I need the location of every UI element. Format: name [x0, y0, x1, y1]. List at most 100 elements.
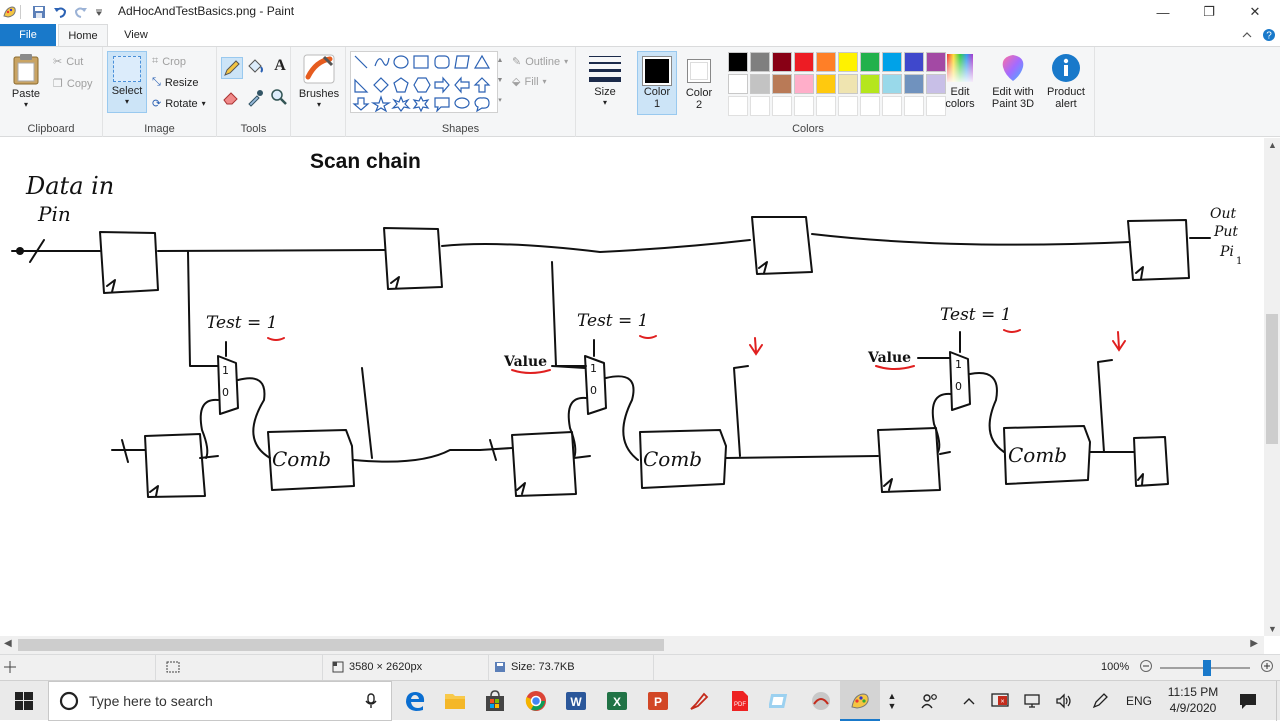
network-icon[interactable]	[1020, 681, 1044, 721]
palette-swatch[interactable]	[904, 74, 924, 94]
palette-swatch[interactable]	[860, 74, 880, 94]
shapes-gallery[interactable]	[350, 51, 498, 113]
excel-icon[interactable]: X	[605, 689, 629, 713]
palette-swatch[interactable]	[750, 52, 770, 72]
tab-view[interactable]: View	[113, 24, 159, 46]
volume-icon[interactable]	[1052, 681, 1076, 721]
palette-swatch[interactable]	[794, 74, 814, 94]
brushes-dropdown-icon[interactable]: ▾	[297, 100, 341, 109]
show-desktop-button[interactable]	[1276, 681, 1280, 721]
text-tool-icon[interactable]: A	[269, 57, 291, 79]
rotate-dropdown-icon[interactable]: ▾	[202, 99, 206, 108]
taskbar-scroll-icon[interactable]: ▲ ▼	[884, 681, 900, 721]
help-icon[interactable]: ?	[1260, 24, 1278, 46]
fill-tool[interactable]	[245, 57, 267, 79]
edge-icon[interactable]	[403, 689, 427, 713]
windows-start-icon[interactable]	[12, 689, 36, 713]
tab-file[interactable]: File	[0, 24, 56, 46]
magnifier-tool[interactable]	[269, 87, 291, 109]
horizontal-scroll-thumb[interactable]	[18, 639, 664, 651]
powerpoint-icon[interactable]: P	[646, 689, 670, 713]
horizontal-scrollbar[interactable]: ◀ ▶	[0, 636, 1264, 654]
redo-icon[interactable]	[74, 3, 88, 21]
palette-swatch[interactable]	[816, 74, 836, 94]
tab-home[interactable]: Home	[58, 24, 108, 46]
palette-swatch[interactable]	[838, 74, 858, 94]
zoom-out-button[interactable]	[1140, 660, 1152, 672]
customize-toolbar-icon[interactable]	[95, 3, 103, 21]
scroll-left-icon[interactable]: ◀	[4, 638, 12, 649]
taskbar-search[interactable]: Type here to search	[48, 681, 392, 721]
vertical-scroll-thumb[interactable]	[1266, 314, 1278, 444]
palette-swatch[interactable]	[904, 52, 924, 72]
store-icon[interactable]	[483, 689, 507, 713]
pen-app-icon[interactable]	[687, 689, 711, 713]
notifications-icon[interactable]	[1236, 681, 1260, 721]
palette-swatch[interactable]	[750, 96, 770, 116]
paste-button[interactable]: Paste ▾	[6, 53, 46, 109]
palette-swatch[interactable]	[816, 96, 836, 116]
pencil-tool[interactable]	[221, 57, 243, 79]
paste-dropdown-icon[interactable]: ▾	[6, 100, 46, 109]
palette-swatch[interactable]	[772, 52, 792, 72]
show-hidden-icons[interactable]	[958, 681, 980, 721]
eraser-tool[interactable]	[221, 87, 243, 109]
input-language[interactable]: ENG	[1122, 681, 1156, 721]
rotate-button[interactable]: ⟳ Rotate ▾	[152, 97, 206, 111]
palette-swatch[interactable]	[882, 52, 902, 72]
palette-swatch[interactable]	[728, 52, 748, 72]
outline-button[interactable]: ✎ Outline ▾	[512, 55, 568, 69]
save-icon[interactable]	[32, 3, 46, 21]
brushes-button[interactable]: Brushes ▾	[297, 51, 341, 109]
palette-swatch[interactable]	[772, 96, 792, 116]
select-dropdown-icon[interactable]: ▾	[108, 97, 146, 106]
scroll-right-icon[interactable]: ▶	[1250, 638, 1258, 649]
palette-swatch[interactable]	[816, 52, 836, 72]
collapse-ribbon-icon[interactable]	[1238, 24, 1256, 46]
crop-button[interactable]: ⌗ Crop	[152, 55, 186, 68]
palette-swatch[interactable]	[728, 74, 748, 94]
resize-button[interactable]: ⤡ Resize	[152, 76, 198, 89]
cut-button[interactable]: ✂ Cut	[53, 55, 83, 69]
close-button[interactable]: ✕	[1232, 0, 1278, 24]
pdf-reader-icon[interactable]: PDF	[728, 689, 752, 713]
undo-icon[interactable]	[53, 3, 67, 21]
word-icon[interactable]: W	[564, 689, 588, 713]
palette-swatch[interactable]	[860, 52, 880, 72]
app-icon-sketch[interactable]	[809, 689, 833, 713]
zoom-in-button[interactable]	[1261, 660, 1273, 672]
copy-button[interactable]: ❐ Copy	[53, 77, 93, 91]
fill-button[interactable]: ⬙ Fill ▾	[512, 75, 547, 89]
edit-colors-button[interactable]: Edit colors	[940, 53, 980, 110]
palette-swatch[interactable]	[794, 52, 814, 72]
color2-button[interactable]: Color 2	[679, 51, 719, 115]
minimize-button[interactable]: —	[1140, 0, 1186, 24]
palette-swatch[interactable]	[728, 96, 748, 116]
zoom-slider-thumb[interactable]	[1203, 660, 1211, 676]
chrome-icon[interactable]	[524, 689, 548, 713]
palette-swatch[interactable]	[750, 74, 770, 94]
paint-app-icon[interactable]	[2, 3, 18, 21]
scroll-down-icon[interactable]: ▼	[1268, 624, 1277, 634]
size-button[interactable]: Size ▾	[582, 53, 628, 107]
taskbar-paint-active[interactable]	[840, 681, 880, 721]
size-dropdown-icon[interactable]: ▾	[582, 98, 628, 107]
snipping-tool-icon[interactable]	[768, 689, 792, 713]
scroll-up-icon[interactable]: ▲	[1268, 140, 1277, 150]
palette-swatch[interactable]	[904, 96, 924, 116]
palette-swatch[interactable]	[838, 96, 858, 116]
palette-swatch[interactable]	[860, 96, 880, 116]
shapes-scroll-icon[interactable]: ▲ ▼ ▾	[496, 51, 504, 113]
vertical-scrollbar[interactable]: ▲ ▼	[1264, 138, 1280, 636]
clock[interactable]: 11:15 PM 4/9/2020	[1162, 684, 1224, 716]
palette-swatch[interactable]	[838, 52, 858, 72]
file-explorer-icon[interactable]	[443, 689, 467, 713]
palette-swatch[interactable]	[794, 96, 814, 116]
product-alert-button[interactable]: Product alert	[1042, 53, 1090, 110]
color1-button[interactable]: Color 1	[637, 51, 677, 115]
select-button[interactable]: Select ▾	[107, 51, 147, 113]
drawing-canvas[interactable]: Scan chain Data in Pin Out Put Pi 1 Test…	[0, 138, 1264, 636]
edit-with-paint3d-button[interactable]: Edit with Paint 3D	[986, 53, 1040, 110]
microphone-icon[interactable]	[365, 693, 377, 709]
maximize-button[interactable]: ❐	[1186, 0, 1232, 24]
